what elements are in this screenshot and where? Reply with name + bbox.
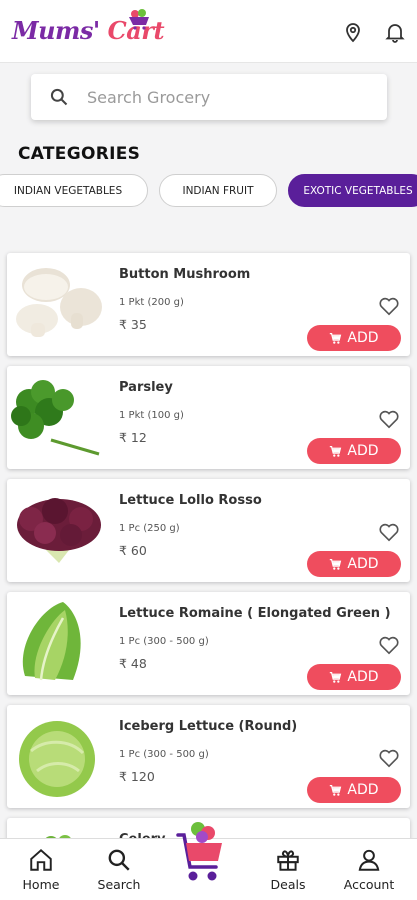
product-price: ₹ 60 — [119, 543, 147, 558]
product-card[interactable]: Parsley 1 Pkt (100 g) ₹ 12 ADD — [7, 366, 410, 469]
cart-icon[interactable] — [172, 819, 228, 885]
product-image-iceberg — [19, 721, 95, 797]
add-button-label: ADD — [347, 330, 379, 346]
product-quantity: 1 Pc (300 - 500 g) — [119, 749, 209, 760]
nav-home[interactable]: Home — [1, 847, 81, 892]
nav-search[interactable]: Search — [79, 847, 159, 892]
categories-heading: CATEGORIES — [18, 144, 141, 164]
chip-indian-vegetables[interactable]: INDIAN VEGETABLES — [0, 174, 148, 207]
bottom-navigation: Home Search Deals Account — [0, 822, 417, 900]
add-to-cart-button[interactable]: ADD — [307, 777, 401, 803]
product-price: ₹ 48 — [119, 656, 147, 671]
product-name: Parsley — [119, 380, 173, 395]
cart-icon — [330, 784, 342, 796]
location-pin-icon[interactable] — [341, 20, 365, 44]
search-icon — [108, 849, 130, 871]
cart-icon — [330, 671, 342, 683]
heart-icon[interactable] — [378, 635, 400, 655]
product-name: Button Mushroom — [119, 267, 251, 282]
add-button-label: ADD — [347, 669, 379, 685]
search-input[interactable] — [87, 74, 377, 120]
product-name: Lettuce Lollo Rosso — [119, 493, 262, 508]
cart-icon — [330, 558, 342, 570]
search-bar[interactable] — [31, 74, 387, 120]
heart-icon[interactable] — [378, 522, 400, 542]
add-to-cart-button[interactable]: ADD — [307, 325, 401, 351]
product-card[interactable]: Lettuce Lollo Rosso 1 Pc (250 g) ₹ 60 AD… — [7, 479, 410, 582]
product-price: ₹ 120 — [119, 769, 155, 784]
product-name: Iceberg Lettuce (Round) — [119, 719, 298, 734]
add-to-cart-button[interactable]: ADD — [307, 551, 401, 577]
search-icon — [50, 88, 68, 106]
nav-account[interactable]: Account — [329, 847, 409, 892]
product-price: ₹ 35 — [119, 317, 147, 332]
product-card[interactable]: Button Mushroom 1 Pkt (200 g) ₹ 35 ADD — [7, 253, 410, 356]
product-card[interactable]: Lettuce Romaine ( Elongated Green ) 1 Pc… — [7, 592, 410, 695]
add-button-label: ADD — [347, 443, 379, 459]
product-quantity: 1 Pkt (100 g) — [119, 410, 184, 421]
add-button-label: ADD — [347, 556, 379, 572]
heart-icon[interactable] — [378, 748, 400, 768]
brand-logo[interactable]: Mums' Cart — [12, 6, 172, 60]
nav-label: Home — [22, 877, 60, 892]
chip-indian-fruit[interactable]: INDIAN FRUIT — [159, 174, 277, 207]
bell-icon[interactable] — [383, 20, 407, 44]
heart-icon[interactable] — [378, 409, 400, 429]
category-chip-row[interactable]: INDIAN VEGETABLES INDIAN FRUIT EXOTIC VE… — [0, 174, 417, 210]
product-image-mushroom — [16, 268, 102, 337]
cart-icon — [330, 332, 342, 344]
add-to-cart-button[interactable]: ADD — [307, 664, 401, 690]
nav-label: Deals — [270, 877, 306, 892]
product-image-lollo-rosso — [17, 498, 101, 563]
product-card[interactable]: Iceberg Lettuce (Round) 1 Pc (300 - 500 … — [7, 705, 410, 808]
product-name: Lettuce Romaine ( Elongated Green ) — [119, 606, 391, 621]
product-quantity: 1 Pc (250 g) — [119, 523, 180, 534]
gift-icon — [277, 850, 299, 871]
user-icon — [358, 849, 380, 871]
nav-label: Search — [97, 877, 141, 892]
nav-deals[interactable]: Deals — [248, 847, 328, 892]
logo-text-mums: Mums' — [12, 16, 100, 45]
product-image-parsley — [11, 380, 100, 456]
add-to-cart-button[interactable]: ADD — [307, 438, 401, 464]
nav-label: Account — [343, 877, 395, 892]
heart-icon[interactable] — [378, 296, 400, 316]
app-header: Mums' Cart — [0, 0, 417, 63]
add-button-label: ADD — [347, 782, 379, 798]
product-quantity: 1 Pc (300 - 500 g) — [119, 636, 209, 647]
product-image-romaine — [22, 602, 81, 681]
logo-cart-icon — [129, 9, 149, 30]
product-quantity: 1 Pkt (200 g) — [119, 297, 184, 308]
product-price: ₹ 12 — [119, 430, 147, 445]
home-icon — [30, 848, 52, 871]
cart-icon — [330, 445, 342, 457]
chip-exotic-vegetables[interactable]: EXOTIC VEGETABLES — [288, 174, 417, 207]
